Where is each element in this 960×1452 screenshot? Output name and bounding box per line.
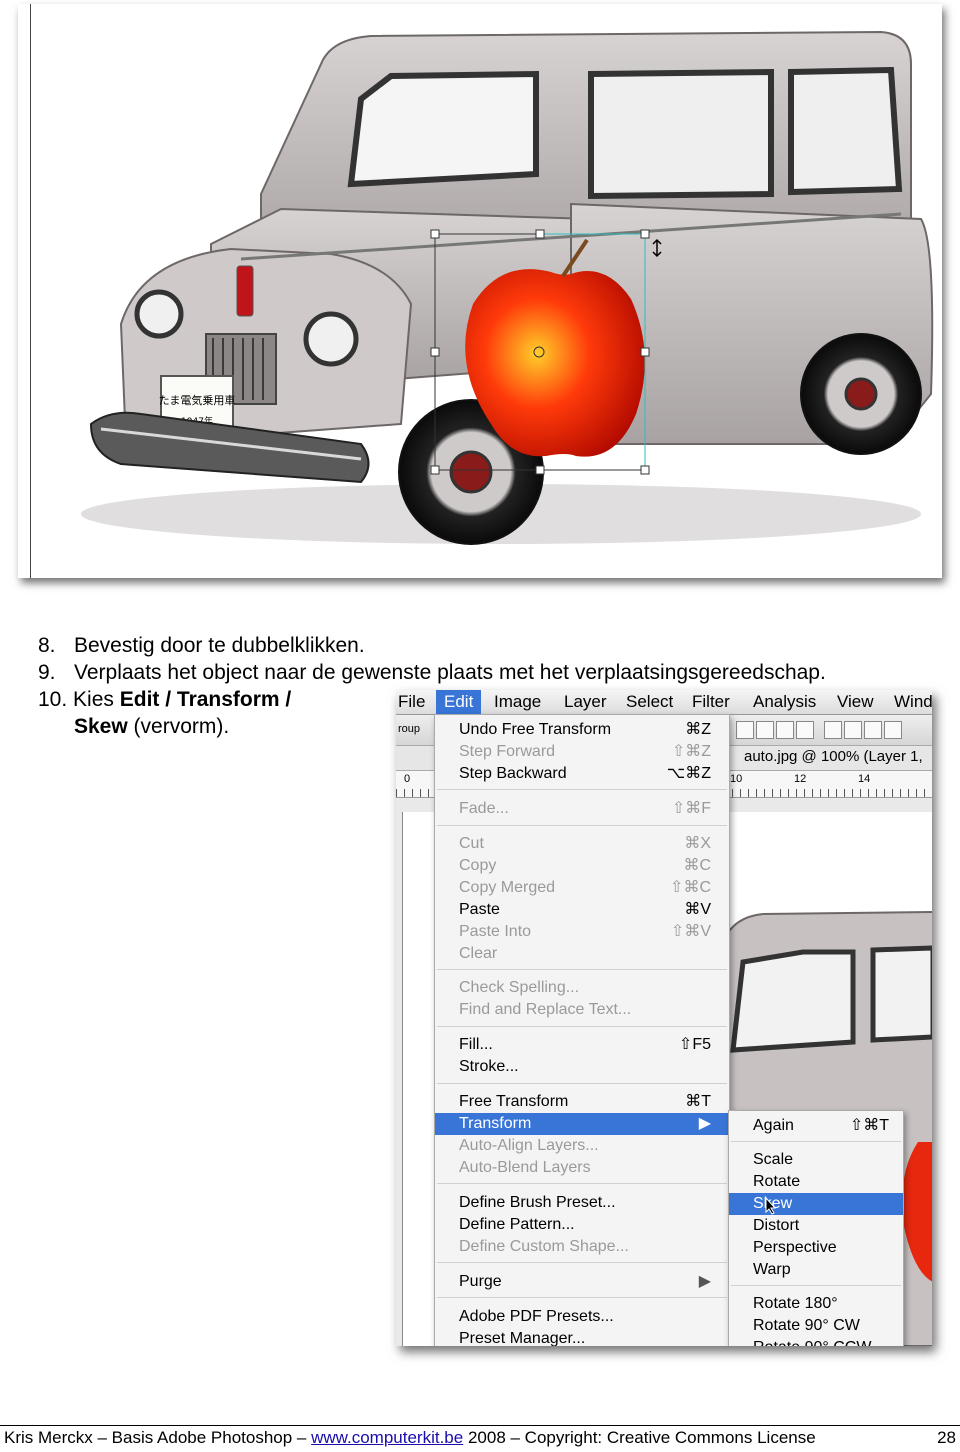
menu-separator [437, 969, 727, 970]
mouse-cursor-icon [765, 1197, 777, 1215]
menu-item-step-backward[interactable]: Step Backward ⌥⌘Z [435, 763, 729, 785]
car-illustration: たま電気乗用車 1947年 [81, 30, 934, 545]
options-bar-group-label: roup [398, 723, 421, 735]
menu-item-paste[interactable]: Paste ⌘V [435, 899, 729, 921]
menu-item-define-pattern[interactable]: Define Pattern... [435, 1214, 729, 1236]
menu-item-define-brush-preset[interactable]: Define Brush Preset... [435, 1192, 729, 1214]
menu-separator [731, 1285, 901, 1286]
page-number: 28 [937, 1428, 956, 1447]
menu-item-preset-manager[interactable]: Preset Manager... [435, 1328, 729, 1346]
menu-item-copy[interactable]: Copy ⌘C [435, 855, 729, 877]
menu-item-check-spelling[interactable]: Check Spelling... [435, 977, 729, 999]
menu-analysis[interactable]: Analysis [753, 692, 816, 712]
footer-author: Kris Merckx – Basis Adobe Photoshop – [4, 1428, 312, 1447]
align-icon[interactable] [796, 721, 814, 739]
distribute-icon[interactable] [864, 721, 882, 739]
menu-item-free-transform[interactable]: Free Transform ⌘T [435, 1091, 729, 1113]
menu-item-cut[interactable]: Cut ⌘X [435, 833, 729, 855]
step-10-command: Edit / Transform / [119, 688, 292, 711]
menu-separator [437, 1262, 727, 1263]
submenu-item-warp[interactable]: Warp [729, 1259, 903, 1281]
menu-window[interactable]: Wind [894, 692, 932, 712]
menu-item-clear[interactable]: Clear [435, 943, 729, 965]
step-10-post: (vervorm). [127, 715, 230, 738]
step-8-text: Bevestig door te dubbelklikken. [74, 634, 365, 657]
menu-bar: File Edit Image Layer Select Filter Anal… [396, 690, 932, 715]
transform-submenu: Again ⇧⌘T Scale Rotate Skew Distort Persp… [728, 1110, 904, 1346]
step-10-pre: Kies [73, 688, 120, 711]
menu-item-auto-align-layers[interactable]: Auto-Align Layers... [435, 1135, 729, 1157]
menu-item-transform[interactable]: Transform ▶ [435, 1113, 729, 1135]
submenu-arrow-icon: ▶ [698, 1273, 711, 1290]
menu-item-define-custom-shape[interactable]: Define Custom Shape... [435, 1236, 729, 1258]
distribute-icon[interactable] [824, 721, 842, 739]
menu-view[interactable]: View [837, 692, 874, 712]
menu-layer[interactable]: Layer [564, 692, 607, 712]
menu-filter[interactable]: Filter [692, 692, 730, 712]
submenu-item-scale[interactable]: Scale [729, 1149, 903, 1171]
submenu-item-perspective[interactable]: Perspective [729, 1237, 903, 1259]
step-10-number: 10. [38, 688, 68, 711]
menu-select[interactable]: Select [626, 692, 673, 712]
footer-link[interactable]: www.computerkit.be [311, 1428, 463, 1447]
menu-item-fade[interactable]: Fade... ⇧⌘F [435, 798, 729, 820]
page-footer: Kris Merckx – Basis Adobe Photoshop – ww… [0, 1425, 960, 1450]
photoshop-screenshot: File Edit Image Layer Select Filter Anal… [396, 690, 932, 1346]
menu-separator [437, 789, 727, 790]
submenu-item-distort[interactable]: Distort [729, 1215, 903, 1237]
submenu-item-rotate-180[interactable]: Rotate 180° [729, 1293, 903, 1315]
step-9: 9. Verplaats het object naar de gewenste … [38, 659, 826, 686]
step-10-skew: Skew [74, 715, 128, 738]
menu-item-paste-into[interactable]: Paste Into ⇧⌘V [435, 921, 729, 943]
figure-image-area: たま電気乗用車 1947年 [30, 4, 942, 578]
menu-item-undo-free-transform[interactable]: Undo Free Transform ⌘Z [435, 719, 729, 741]
step-8-number: 8. [38, 634, 56, 657]
submenu-item-rotate-90-ccw[interactable]: Rotate 90° CCW [729, 1337, 903, 1346]
menu-item-step-forward[interactable]: Step Forward ⇧⌘Z [435, 741, 729, 763]
align-icon[interactable] [776, 721, 794, 739]
menu-separator [437, 825, 727, 826]
menu-item-purge[interactable]: Purge ▶ [435, 1271, 729, 1293]
ruler-tick-label: 10 [730, 773, 743, 785]
document-tab-title[interactable]: auto.jpg @ 100% (Layer 1, [744, 748, 923, 765]
step-8: 8. Bevestig door te dubbelklikken. [38, 632, 826, 659]
menu-item-fill[interactable]: Fill... ⇧F5 [435, 1034, 729, 1056]
align-buttons [736, 721, 902, 744]
align-icon[interactable] [756, 721, 774, 739]
ruler-tick-label: 14 [858, 773, 871, 785]
footer-copyright: 2008 – Copyright: Creative Commons Licen… [463, 1428, 816, 1447]
menu-item-adobe-pdf-presets[interactable]: Adobe PDF Presets... [435, 1306, 729, 1328]
menu-file[interactable]: File [398, 692, 425, 712]
submenu-item-rotate-90-cw[interactable]: Rotate 90° CW [729, 1315, 903, 1337]
menu-separator [731, 1141, 901, 1142]
menu-image[interactable]: Image [494, 692, 541, 712]
menu-separator [437, 1026, 727, 1027]
menu-item-copy-merged[interactable]: Copy Merged ⇧⌘C [435, 877, 729, 899]
submenu-arrow-icon: ▶ [698, 1115, 711, 1132]
menu-item-find-replace[interactable]: Find and Replace Text... [435, 999, 729, 1021]
ruler-tick-label: 0 [404, 773, 411, 785]
menu-edit[interactable]: Edit [436, 690, 482, 714]
step-9-text: Verplaats het object naar de gewenste pl… [74, 661, 826, 684]
submenu-item-again[interactable]: Again ⇧⌘T [729, 1115, 903, 1137]
step-9-number: 9. [38, 661, 56, 684]
menu-item-auto-blend-layers[interactable]: Auto-Blend Layers [435, 1157, 729, 1179]
submenu-item-rotate[interactable]: Rotate [729, 1171, 903, 1193]
distribute-icon[interactable] [844, 721, 862, 739]
menu-separator [437, 1183, 727, 1184]
license-plate-line1: たま電気乗用車 [159, 393, 236, 407]
menu-item-stroke[interactable]: Stroke... [435, 1056, 729, 1078]
align-icon[interactable] [736, 721, 754, 739]
edit-menu: Undo Free Transform ⌘Z Step Forward ⇧⌘Z St… [434, 714, 730, 1346]
car-apple-figure: たま電気乗用車 1947年 [18, 4, 942, 578]
submenu-item-skew[interactable]: Skew [729, 1193, 903, 1215]
menu-separator [437, 1297, 727, 1298]
menu-separator [437, 1083, 727, 1084]
distribute-icon[interactable] [884, 721, 902, 739]
ruler-tick-label: 12 [794, 773, 807, 785]
